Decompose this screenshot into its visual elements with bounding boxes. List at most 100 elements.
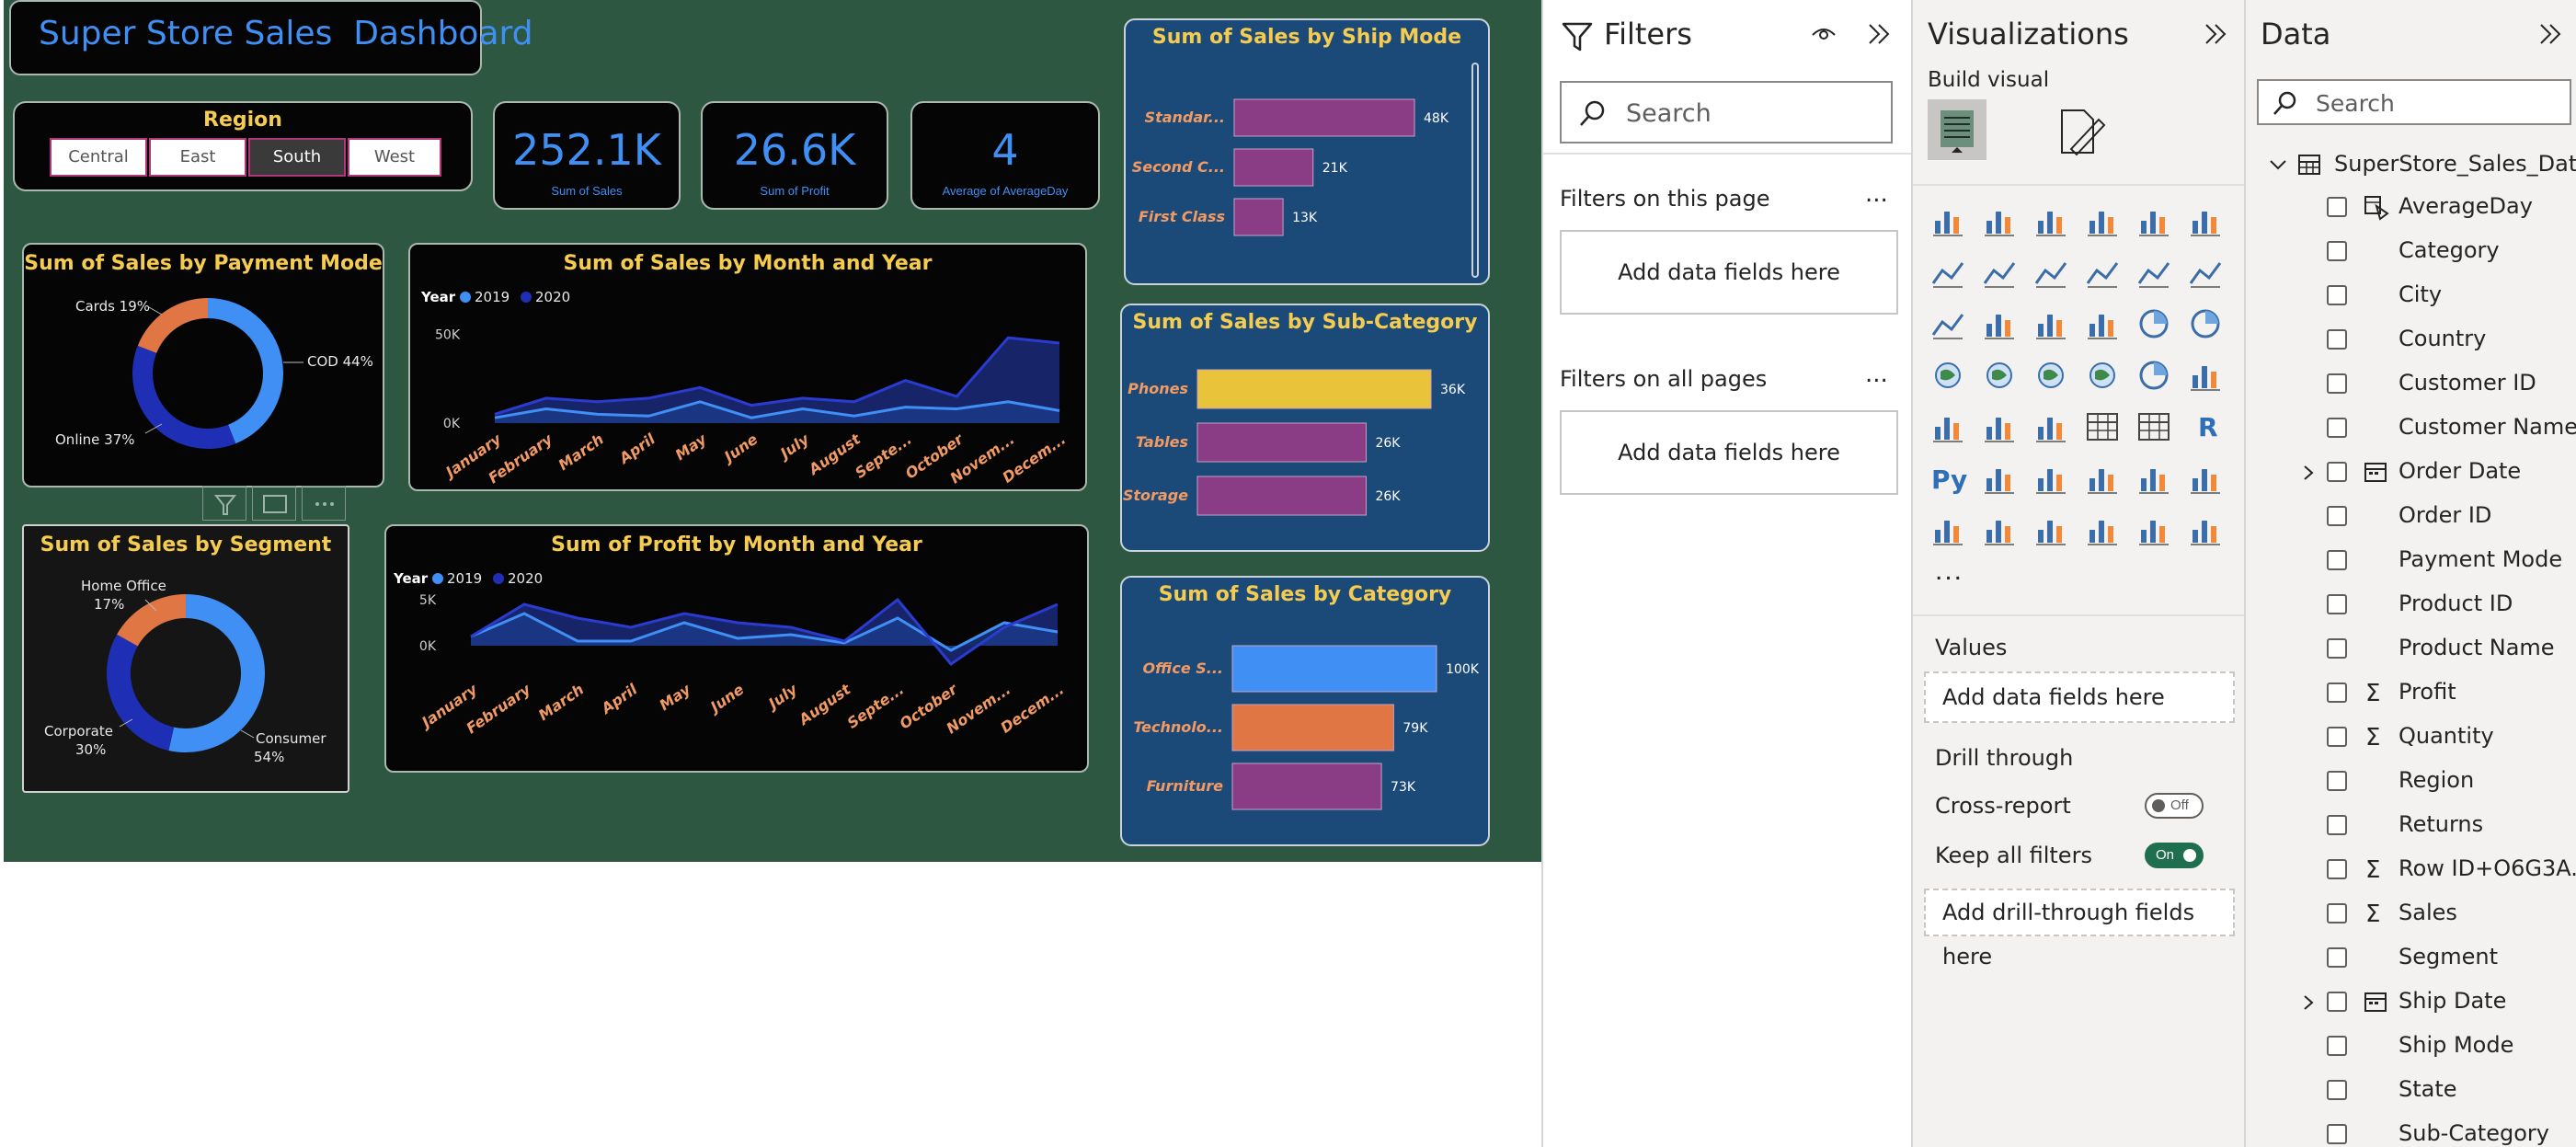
field-checkbox[interactable] — [2327, 197, 2347, 217]
field-checkbox[interactable] — [2327, 638, 2347, 659]
table-icon[interactable] — [2082, 407, 2123, 447]
field-checkbox[interactable] — [2327, 1124, 2347, 1144]
field-row[interactable]: Segment — [2246, 936, 2576, 981]
kpi-icon[interactable] — [1979, 407, 2020, 447]
power-automate-icon[interactable] — [2031, 510, 2071, 550]
azure-map-icon[interactable] — [2082, 355, 2123, 396]
field-checkbox[interactable] — [2327, 241, 2347, 261]
line-chart-icon[interactable] — [1928, 252, 1968, 292]
paginated-report-icon[interactable] — [1928, 510, 1968, 550]
slicer-option-central[interactable]: Central — [50, 138, 147, 177]
all-pages-filter-well[interactable]: Add data fields here — [1560, 410, 1898, 495]
card-icon[interactable] — [2185, 355, 2226, 396]
line-column-icon[interactable] — [2134, 252, 2174, 292]
drill-through-well[interactable]: Add drill-through fields here — [1924, 889, 2235, 969]
field-checkbox[interactable] — [2327, 903, 2347, 923]
power-apps-icon[interactable] — [1979, 510, 2020, 550]
100-column-icon[interactable] — [2185, 201, 2226, 241]
sub-category-chart[interactable]: Sum of Sales by Sub-Category Phones 36K Ta… — [1120, 304, 1490, 552]
qa-icon[interactable] — [2082, 458, 2123, 499]
field-checkbox[interactable] — [2327, 1036, 2347, 1056]
field-checkbox[interactable] — [2327, 947, 2347, 968]
keep-filters-toggle[interactable]: On — [2145, 843, 2204, 868]
field-checkbox[interactable] — [2327, 550, 2347, 570]
field-checkbox[interactable] — [2327, 594, 2347, 614]
sales-by-month-chart[interactable]: Sum of Sales by Month and Year Year 2019 2… — [408, 243, 1087, 491]
field-row[interactable]: Σ Profit — [2246, 671, 2576, 716]
r-visual-icon[interactable]: R — [2185, 407, 2226, 447]
treemap-icon[interactable] — [1928, 355, 1968, 396]
values-well[interactable]: Add data fields here — [1924, 671, 2235, 723]
more-visuals-icon[interactable]: ... — [1935, 556, 1963, 587]
slicer-option-east[interactable]: East — [149, 138, 246, 177]
field-row[interactable]: Payment Mode — [2246, 539, 2576, 583]
area-chart-icon[interactable] — [1979, 252, 2020, 292]
build-visual-tab[interactable] — [1928, 99, 1986, 160]
chevron-right-icon[interactable] — [2299, 993, 2318, 1012]
page-filter-well[interactable]: Add data fields here — [1560, 230, 1898, 315]
decomposition-tree-icon[interactable] — [2031, 458, 2071, 499]
field-checkbox[interactable] — [2327, 373, 2347, 394]
field-checkbox[interactable] — [2327, 506, 2347, 526]
scatter-icon[interactable] — [2082, 304, 2123, 344]
slicer-icon[interactable] — [2031, 407, 2071, 447]
payment-mode-chart[interactable]: Sum of Sales by Payment Mode COD 44% Onli… — [22, 243, 384, 487]
kpi-card-average-day[interactable]: 4 Average of AverageDay — [910, 101, 1100, 210]
stacked-bar-icon[interactable] — [1928, 201, 1968, 241]
gauge-icon[interactable] — [2134, 355, 2174, 396]
custom-visual-icon[interactable] — [2134, 510, 2174, 550]
waterfall-icon[interactable] — [1979, 304, 2020, 344]
field-row[interactable]: Category — [2246, 230, 2576, 274]
stacked-column-icon[interactable] — [1979, 201, 2020, 241]
collapse-pane-icon[interactable] — [2202, 20, 2229, 48]
field-row[interactable]: Product Name — [2246, 627, 2576, 671]
field-row[interactable]: Σ Row ID+O6G3A... — [2246, 848, 2576, 892]
field-row[interactable]: Order ID — [2246, 495, 2576, 539]
slicer-option-west[interactable]: West — [348, 138, 441, 177]
field-checkbox[interactable] — [2327, 771, 2347, 791]
table-row[interactable]: SuperStore_Sales_Dat... — [2246, 143, 2576, 184]
kpi-card-sales[interactable]: 252.1K Sum of Sales — [493, 101, 681, 210]
goals-icon[interactable] — [2185, 458, 2226, 499]
field-checkbox[interactable] — [2327, 462, 2347, 482]
stacked-area-icon[interactable] — [2031, 252, 2071, 292]
more-options-icon[interactable]: ... — [1865, 180, 1888, 208]
map-icon[interactable] — [1979, 355, 2020, 396]
more-options-icon[interactable] — [302, 486, 346, 521]
field-row[interactable]: Ship Mode — [2246, 1025, 2576, 1069]
more-options-icon[interactable]: ... — [1865, 361, 1888, 388]
field-checkbox[interactable] — [2327, 285, 2347, 305]
filters-search-input[interactable]: Search — [1560, 81, 1893, 143]
field-row[interactable]: Order Date — [2246, 451, 2576, 495]
collapse-pane-icon[interactable] — [2536, 20, 2564, 48]
ship-mode-chart[interactable]: Sum of Sales by Ship Mode Standar... 48K S… — [1124, 18, 1490, 285]
100-area-icon[interactable] — [2082, 252, 2123, 292]
clustered-bar-icon[interactable] — [2031, 201, 2071, 241]
chevron-right-icon[interactable] — [2299, 464, 2318, 482]
field-checkbox[interactable] — [2327, 727, 2347, 747]
visual-scrollbar[interactable] — [1471, 63, 1479, 278]
field-row[interactable]: State — [2246, 1069, 2576, 1113]
eye-icon[interactable] — [1810, 20, 1838, 48]
100-bar-icon[interactable] — [2134, 201, 2174, 241]
funnel-icon[interactable] — [2031, 304, 2071, 344]
data-search-input[interactable]: Search — [2257, 79, 2571, 125]
segment-chart[interactable]: Sum of Sales by Segment Consumer 54% Corpo… — [22, 524, 349, 793]
python-visual-icon[interactable]: Py — [1928, 458, 1968, 499]
field-checkbox[interactable] — [2327, 1080, 2347, 1100]
filter-icon[interactable] — [202, 486, 246, 521]
field-row[interactable]: Customer Name — [2246, 407, 2576, 451]
field-checkbox[interactable] — [2327, 815, 2347, 835]
focus-mode-icon[interactable] — [252, 486, 296, 521]
kpi-card-profit[interactable]: 26.6K Sum of Profit — [701, 101, 888, 210]
ribbon-chart-icon[interactable] — [1928, 304, 1968, 344]
clustered-column-icon[interactable] — [2082, 201, 2123, 241]
pie-chart-icon[interactable] — [2134, 304, 2174, 344]
dashboard-title-card[interactable]: Super Store Sales Dashboard — [9, 0, 533, 75]
category-chart[interactable]: Sum of Sales by Category Office S... 100K… — [1120, 576, 1490, 846]
field-row[interactable]: Σ Sales — [2246, 892, 2576, 936]
field-checkbox[interactable] — [2327, 329, 2347, 350]
field-row[interactable]: Country — [2246, 318, 2576, 362]
field-checkbox[interactable] — [2327, 682, 2347, 703]
field-row[interactable]: City — [2246, 274, 2576, 318]
